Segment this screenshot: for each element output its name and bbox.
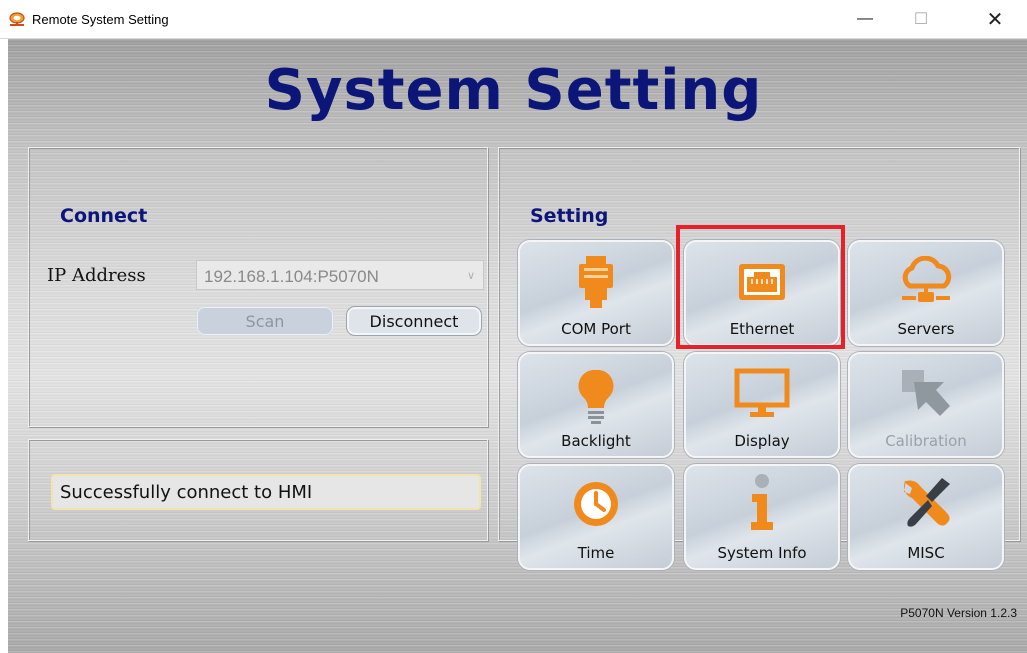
backlight-label: Backlight	[561, 432, 631, 450]
app-icon	[9, 12, 25, 26]
page-title: System Setting	[264, 58, 763, 123]
version-label: P5070N Version 1.2.3	[900, 606, 1017, 620]
system-info-icon	[751, 474, 773, 530]
time-icon	[574, 482, 618, 526]
minimize-button[interactable]: —	[842, 0, 888, 38]
ip-address-label: IP Address	[47, 265, 146, 286]
time-label: Time	[577, 544, 615, 562]
title-bar: Remote System Setting — ☐ ✕	[0, 0, 1027, 39]
close-button[interactable]: ✕	[972, 0, 1018, 38]
servers-icon	[902, 256, 952, 302]
connect-title: Connect	[60, 205, 148, 227]
disconnect-button[interactable]: Disconnect	[346, 306, 482, 336]
minimize-icon: —	[857, 10, 873, 27]
maximize-button[interactable]: ☐	[898, 0, 944, 38]
chevron-down-icon: ∨	[466, 270, 475, 282]
display-tile[interactable]: Display	[684, 352, 840, 458]
com-port-tile[interactable]: COM Port	[518, 240, 674, 346]
misc-icon	[903, 478, 950, 527]
maximize-icon: ☐	[913, 11, 929, 28]
calibration-tile[interactable]: Calibration	[848, 352, 1004, 458]
ethernet-highlight-box	[676, 225, 845, 349]
calibration-label: Calibration	[885, 432, 967, 450]
com-port-icon	[579, 256, 613, 308]
servers-tile[interactable]: Servers	[848, 240, 1004, 346]
system-info-label: System Info	[717, 544, 807, 562]
setting-title: Setting	[530, 205, 609, 227]
time-tile[interactable]: Time	[518, 464, 674, 570]
com-port-label: COM Port	[561, 320, 631, 338]
ip-address-select[interactable]: 192.168.1.104:P5070N ∨	[196, 260, 484, 290]
backlight-tile[interactable]: Backlight	[518, 352, 674, 458]
display-icon	[734, 368, 790, 417]
servers-label: Servers	[897, 320, 955, 338]
scan-button[interactable]: Scan	[196, 306, 334, 336]
system-info-tile[interactable]: System Info	[684, 464, 840, 570]
display-label: Display	[734, 432, 790, 450]
misc-label: MISC	[907, 544, 945, 562]
misc-tile[interactable]: MISC	[848, 464, 1004, 570]
backlight-icon	[578, 369, 614, 424]
window-title: Remote System Setting	[32, 12, 169, 27]
calibration-icon	[902, 370, 950, 416]
ip-address-value: 192.168.1.104:P5070N	[204, 267, 379, 286]
close-icon: ✕	[986, 8, 1004, 31]
status-message: Successfully connect to HMI	[51, 474, 481, 510]
